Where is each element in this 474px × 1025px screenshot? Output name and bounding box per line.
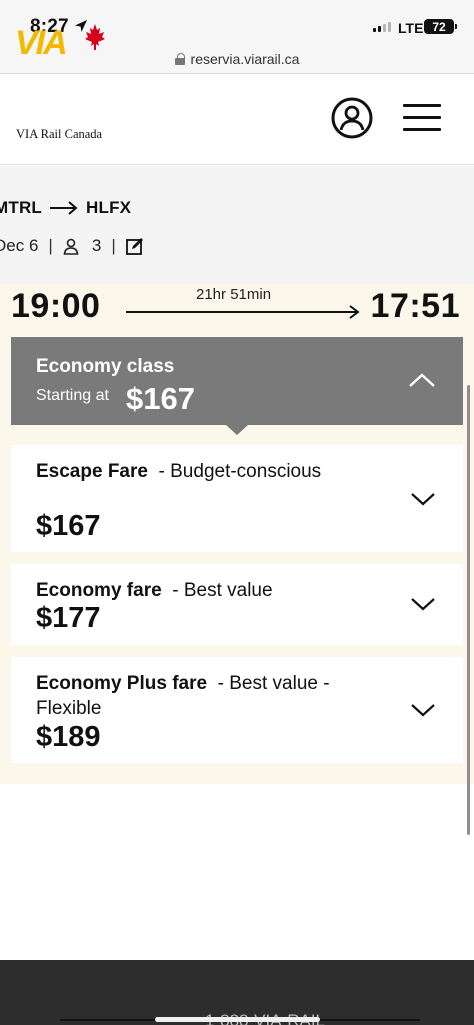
- panel-pointer: [226, 425, 248, 435]
- logo-subtitle: VIA Rail Canada: [16, 127, 103, 141]
- starting-price: $167: [126, 381, 195, 416]
- fare-card-economy-plus[interactable]: Economy Plus fare - Best value - Flexibl…: [11, 657, 463, 763]
- fare-card-economy[interactable]: Economy fare - Best value $177: [11, 564, 463, 645]
- battery-level: 72: [432, 19, 446, 34]
- fare-title: Economy fare - Best value: [36, 578, 396, 603]
- separator: |: [48, 236, 53, 255]
- signal-strength-icon: [373, 22, 391, 32]
- economy-class-panel[interactable]: Economy class Starting at $167: [11, 337, 463, 425]
- fare-description: - Best value: [172, 580, 273, 601]
- chevron-down-icon[interactable]: [410, 491, 436, 507]
- trip-meta: Dec 6 | 3 |: [0, 236, 144, 256]
- departure-time: 19:00: [11, 287, 101, 325]
- separator: |: [111, 236, 116, 255]
- destination-station: HLFX: [86, 198, 132, 217]
- fare-title: Escape Fare - Budget-conscious: [36, 459, 396, 484]
- passenger-count: 3: [91, 236, 102, 255]
- network-type: LTE: [398, 20, 424, 36]
- fare-name: Escape Fare: [36, 461, 148, 482]
- fare-name: Economy Plus fare: [36, 673, 208, 694]
- hamburger-menu-icon[interactable]: [403, 104, 443, 132]
- fare-title: Economy Plus fare - Best value - Flexibl…: [36, 671, 396, 721]
- travel-date: Dec 6: [0, 236, 39, 255]
- logo-wordmark: VIA: [15, 24, 66, 62]
- edit-icon[interactable]: [125, 237, 144, 255]
- url-text: reservia.viarail.ca: [190, 50, 300, 67]
- fare-price: $177: [36, 602, 101, 634]
- starting-at-label: Starting at: [36, 387, 109, 404]
- person-icon: [63, 238, 79, 255]
- fare-description: - Budget-conscious: [158, 461, 322, 482]
- trip-summary: [0, 166, 474, 284]
- chevron-down-icon[interactable]: [410, 596, 436, 612]
- fare-card-escape[interactable]: Escape Fare - Budget-conscious $167: [11, 445, 463, 552]
- fare-price: $189: [36, 721, 101, 753]
- battery-icon: 72: [424, 19, 457, 34]
- trip-duration: 21hr 51min: [196, 286, 272, 303]
- chevron-up-icon[interactable]: [407, 371, 437, 389]
- duration-arrow-icon: [126, 305, 360, 319]
- home-indicator[interactable]: [155, 1017, 320, 1022]
- maple-leaf-icon: [85, 24, 105, 50]
- scrollbar[interactable]: [467, 385, 470, 835]
- account-icon[interactable]: [331, 97, 373, 139]
- fare-price: $167: [36, 510, 101, 542]
- chevron-down-icon[interactable]: [410, 702, 436, 718]
- class-name: Economy class: [36, 356, 175, 377]
- route: MTRL HLFX: [0, 198, 131, 218]
- arrival-time: 17:51: [370, 287, 460, 325]
- via-rail-logo[interactable]: VIA: [15, 22, 110, 70]
- origin-station: MTRL: [0, 198, 43, 217]
- lock-icon: [174, 52, 185, 65]
- arrow-right-icon: [50, 201, 78, 215]
- fare-name: Economy fare: [36, 580, 162, 601]
